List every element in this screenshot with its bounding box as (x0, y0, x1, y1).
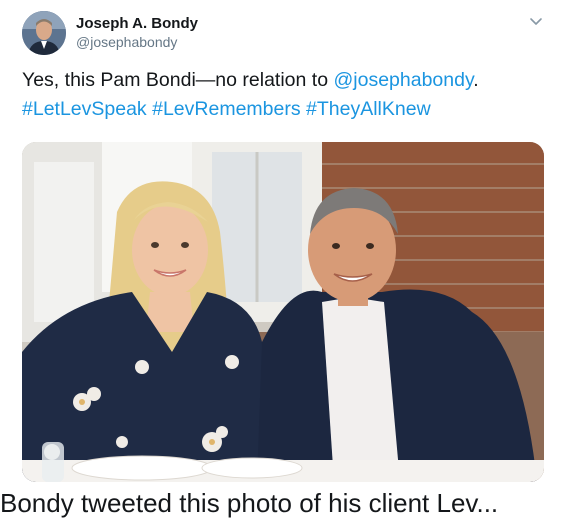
article-caption-partial: Bondy tweeted this photo of his client L… (0, 488, 499, 518)
hashtag-link[interactable]: #TheyAllKnew (306, 98, 431, 120)
avatar-image (22, 11, 66, 55)
tweet-text: Yes, this Pam Bondi—no relation to @jose… (22, 66, 552, 124)
mention-link[interactable]: @josephabondy (333, 69, 473, 91)
hashtag-link[interactable]: #LevRemembers (152, 98, 300, 120)
author-name[interactable]: Joseph A. Bondy (76, 15, 198, 32)
author-handle[interactable]: @josephabondy (76, 34, 177, 50)
tweet-photo[interactable] (22, 142, 544, 482)
photo-image (22, 142, 544, 482)
tweet-card: Joseph A. Bondy @josephabondy Yes, this … (0, 0, 572, 518)
chevron-down-icon[interactable] (527, 12, 545, 30)
hashtag-link[interactable]: #LetLevSpeak (22, 98, 147, 120)
avatar[interactable] (22, 11, 66, 55)
tweet-text-lead: Yes, this Pam Bondi—no relation to (22, 69, 334, 91)
tweet-text-period: . (473, 69, 479, 91)
